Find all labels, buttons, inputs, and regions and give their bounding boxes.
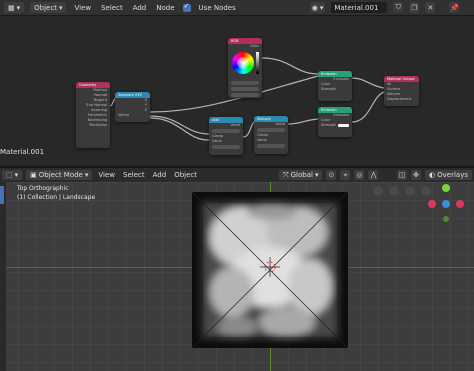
material-browse-button[interactable]: ◉ ▾ — [309, 2, 326, 13]
menu-view[interactable]: View — [72, 4, 93, 12]
node-editor-header: ▦▾ Object▾ View Select Add Node Use Node… — [0, 0, 474, 16]
value-slider[interactable] — [256, 52, 259, 74]
collection-info: (1) Collection | Landscape — [17, 194, 96, 201]
color-swatch[interactable] — [338, 124, 349, 127]
socket-label: Pointiness — [89, 123, 107, 127]
editor-type-button[interactable]: ▦ ▾ — [4, 2, 25, 13]
material-output-node[interactable]: Material Output All Surface Volume Displ… — [384, 76, 419, 106]
visibility-icon: ◫ — [398, 171, 406, 179]
link-add1-add2 — [242, 121, 255, 138]
active-tool-tab[interactable] — [0, 186, 4, 204]
camera-icon[interactable] — [405, 186, 415, 196]
gizmo-icon: ✥ — [413, 171, 419, 179]
use-nodes-checkbox[interactable] — [182, 2, 191, 12]
object-mode-icon: ▣ — [30, 171, 37, 179]
value-field[interactable] — [257, 144, 285, 148]
gizmo-y-axis-icon[interactable] — [442, 184, 450, 192]
shield-icon: ⛉ — [395, 3, 402, 11]
fake-user-button[interactable]: ⛉ — [393, 2, 404, 13]
operation-dropdown[interactable] — [257, 128, 285, 132]
menu-select[interactable]: Select — [99, 4, 125, 12]
transform-orientation-dropdown[interactable]: ⤧ Global ▾ — [279, 170, 323, 180]
menu-view[interactable]: View — [96, 171, 117, 179]
menu-add[interactable]: Add — [151, 171, 169, 179]
object-dropdown[interactable]: Object ▾ — [30, 2, 67, 13]
node-editor-canvas[interactable]: Geometry Position Normal Tangent True No… — [0, 16, 474, 166]
emission-node-1[interactable]: Emission Emission Color Strength — [318, 71, 352, 101]
falloff-button[interactable]: ⋀ — [368, 170, 379, 180]
link-separate-add1b — [149, 117, 210, 141]
socket-label: Value — [230, 123, 240, 127]
gizmo-button[interactable]: ✥ — [411, 170, 422, 180]
pivot-icon: ⊙ — [328, 171, 335, 179]
falloff-icon: ⋀ — [370, 171, 377, 179]
math-node-add[interactable]: Add Value Clamp Value — [209, 117, 243, 155]
operation-dropdown[interactable] — [212, 129, 240, 133]
proportional-button[interactable]: ◎ — [354, 170, 365, 180]
menu-node[interactable]: Node — [154, 4, 176, 12]
pin-button[interactable]: 📌 — [449, 2, 460, 13]
rgb-node[interactable]: RGB Color — [228, 38, 262, 98]
toolbar-strip[interactable] — [0, 182, 6, 371]
editor-type-button[interactable]: ⬚ ▾ — [2, 170, 23, 180]
viewport-header: ⬚ ▾ ▣ Object Mode ▾ View Select Add Object… — [0, 168, 474, 182]
socket-label: Displacement — [387, 97, 412, 101]
viewport-icon: ⬚ — [6, 171, 13, 179]
socket-label: Color — [249, 44, 259, 48]
gizmo-neg-x-axis-icon[interactable] — [428, 200, 436, 208]
emission-node-2[interactable]: Emission Emission Color Strength — [318, 107, 352, 137]
close-icon: ✕ — [427, 3, 434, 12]
value-field[interactable] — [212, 145, 240, 149]
material-name-label: Material.001 — [0, 148, 45, 156]
link-add2-emission2 — [287, 118, 319, 125]
hsv-field[interactable] — [231, 81, 259, 85]
overlays-dropdown[interactable]: ◐ Overlays — [425, 170, 472, 180]
camera-view-icon[interactable] — [373, 186, 383, 196]
material-name-field[interactable]: Material.001 — [331, 2, 388, 13]
duplicate-material-button[interactable]: ❐ — [409, 2, 420, 13]
orientation-icon: ⤧ — [283, 170, 289, 179]
zoom-icon[interactable] — [421, 186, 431, 196]
pin-icon: 📌 — [450, 3, 459, 12]
link-emission2-output — [351, 91, 385, 123]
mode-dropdown[interactable]: ▣ Object Mode ▾ — [26, 170, 93, 180]
link-rgb-emission1 — [261, 57, 319, 75]
menu-object[interactable]: Object — [172, 171, 199, 179]
3d-cursor-icon[interactable] — [260, 257, 280, 277]
color-wheel[interactable] — [232, 52, 254, 74]
3d-viewport[interactable]: Top Orthographic (1) Collection | Landsc… — [0, 182, 474, 371]
pivot-button[interactable]: ⊙ — [326, 170, 337, 180]
gizmo-z-axis-icon[interactable] — [442, 200, 450, 208]
socket-label: Value — [275, 122, 285, 126]
socket-label: Value — [212, 139, 222, 143]
menu-select[interactable]: Select — [121, 171, 147, 179]
use-nodes-label: Use Nodes — [198, 3, 236, 12]
view-name: Top Orthographic — [17, 185, 69, 192]
hsv-field[interactable] — [231, 93, 259, 97]
proportional-icon: ◎ — [356, 171, 363, 179]
socket-label: Vector — [118, 113, 130, 117]
material-sphere-icon: ◉ — [311, 3, 318, 12]
snap-button[interactable]: ⌖ — [340, 170, 351, 180]
snap-icon: ⌖ — [343, 170, 348, 179]
socket-label: Value — [257, 138, 267, 142]
separate-xyz-node[interactable]: Separate XYZ X Y Z Vector — [115, 92, 150, 122]
visibility-button[interactable]: ◫ — [397, 170, 408, 180]
gizmo-x-axis-icon[interactable] — [456, 200, 464, 208]
link-emission1-output — [351, 77, 385, 89]
overlays-icon: ◐ — [429, 171, 436, 179]
unlink-material-button[interactable]: ✕ — [425, 2, 436, 13]
socket-label: Strength — [321, 87, 337, 91]
gizmo-neg-y-axis-icon[interactable] — [443, 216, 449, 222]
copy-icon: ❐ — [411, 3, 418, 12]
geometry-node[interactable]: Geometry Position Normal Tangent True No… — [76, 82, 110, 148]
node-editor-icon: ▦ — [8, 3, 15, 12]
menu-add[interactable]: Add — [131, 4, 149, 12]
hsv-field[interactable] — [231, 87, 259, 91]
math-node-multiply[interactable]: Multiply Value Clamp Value — [254, 116, 288, 154]
pan-hand-icon[interactable] — [389, 186, 399, 196]
